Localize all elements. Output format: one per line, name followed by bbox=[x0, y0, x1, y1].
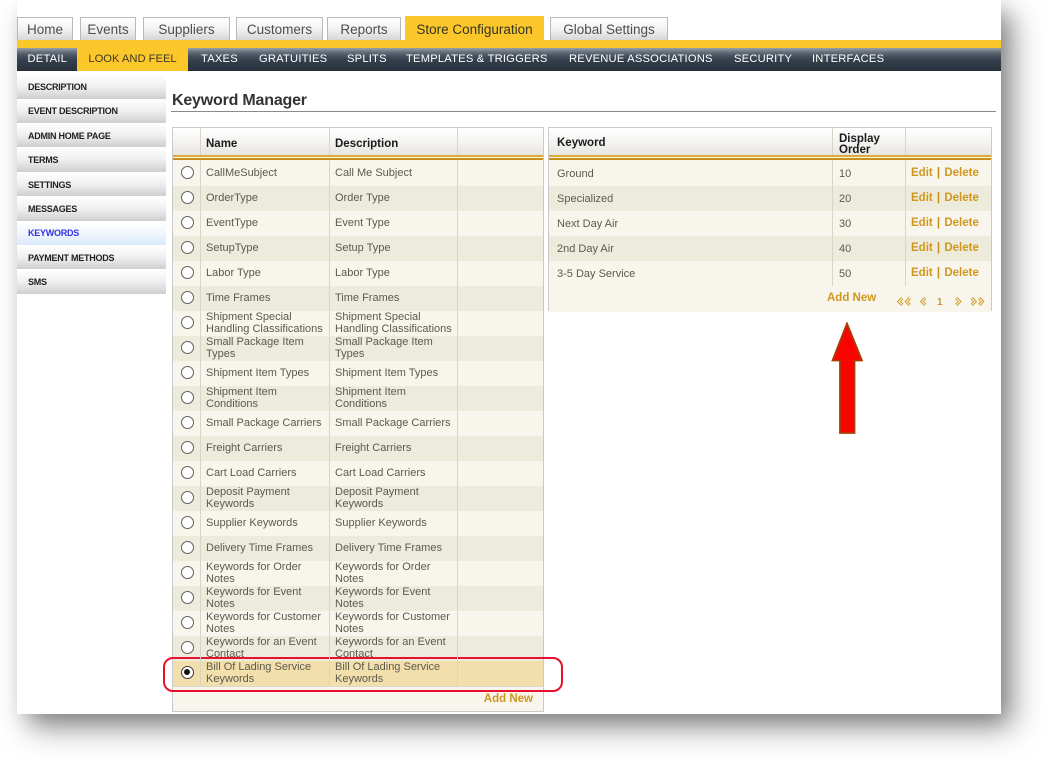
svg-text:1: 1 bbox=[937, 297, 943, 306]
